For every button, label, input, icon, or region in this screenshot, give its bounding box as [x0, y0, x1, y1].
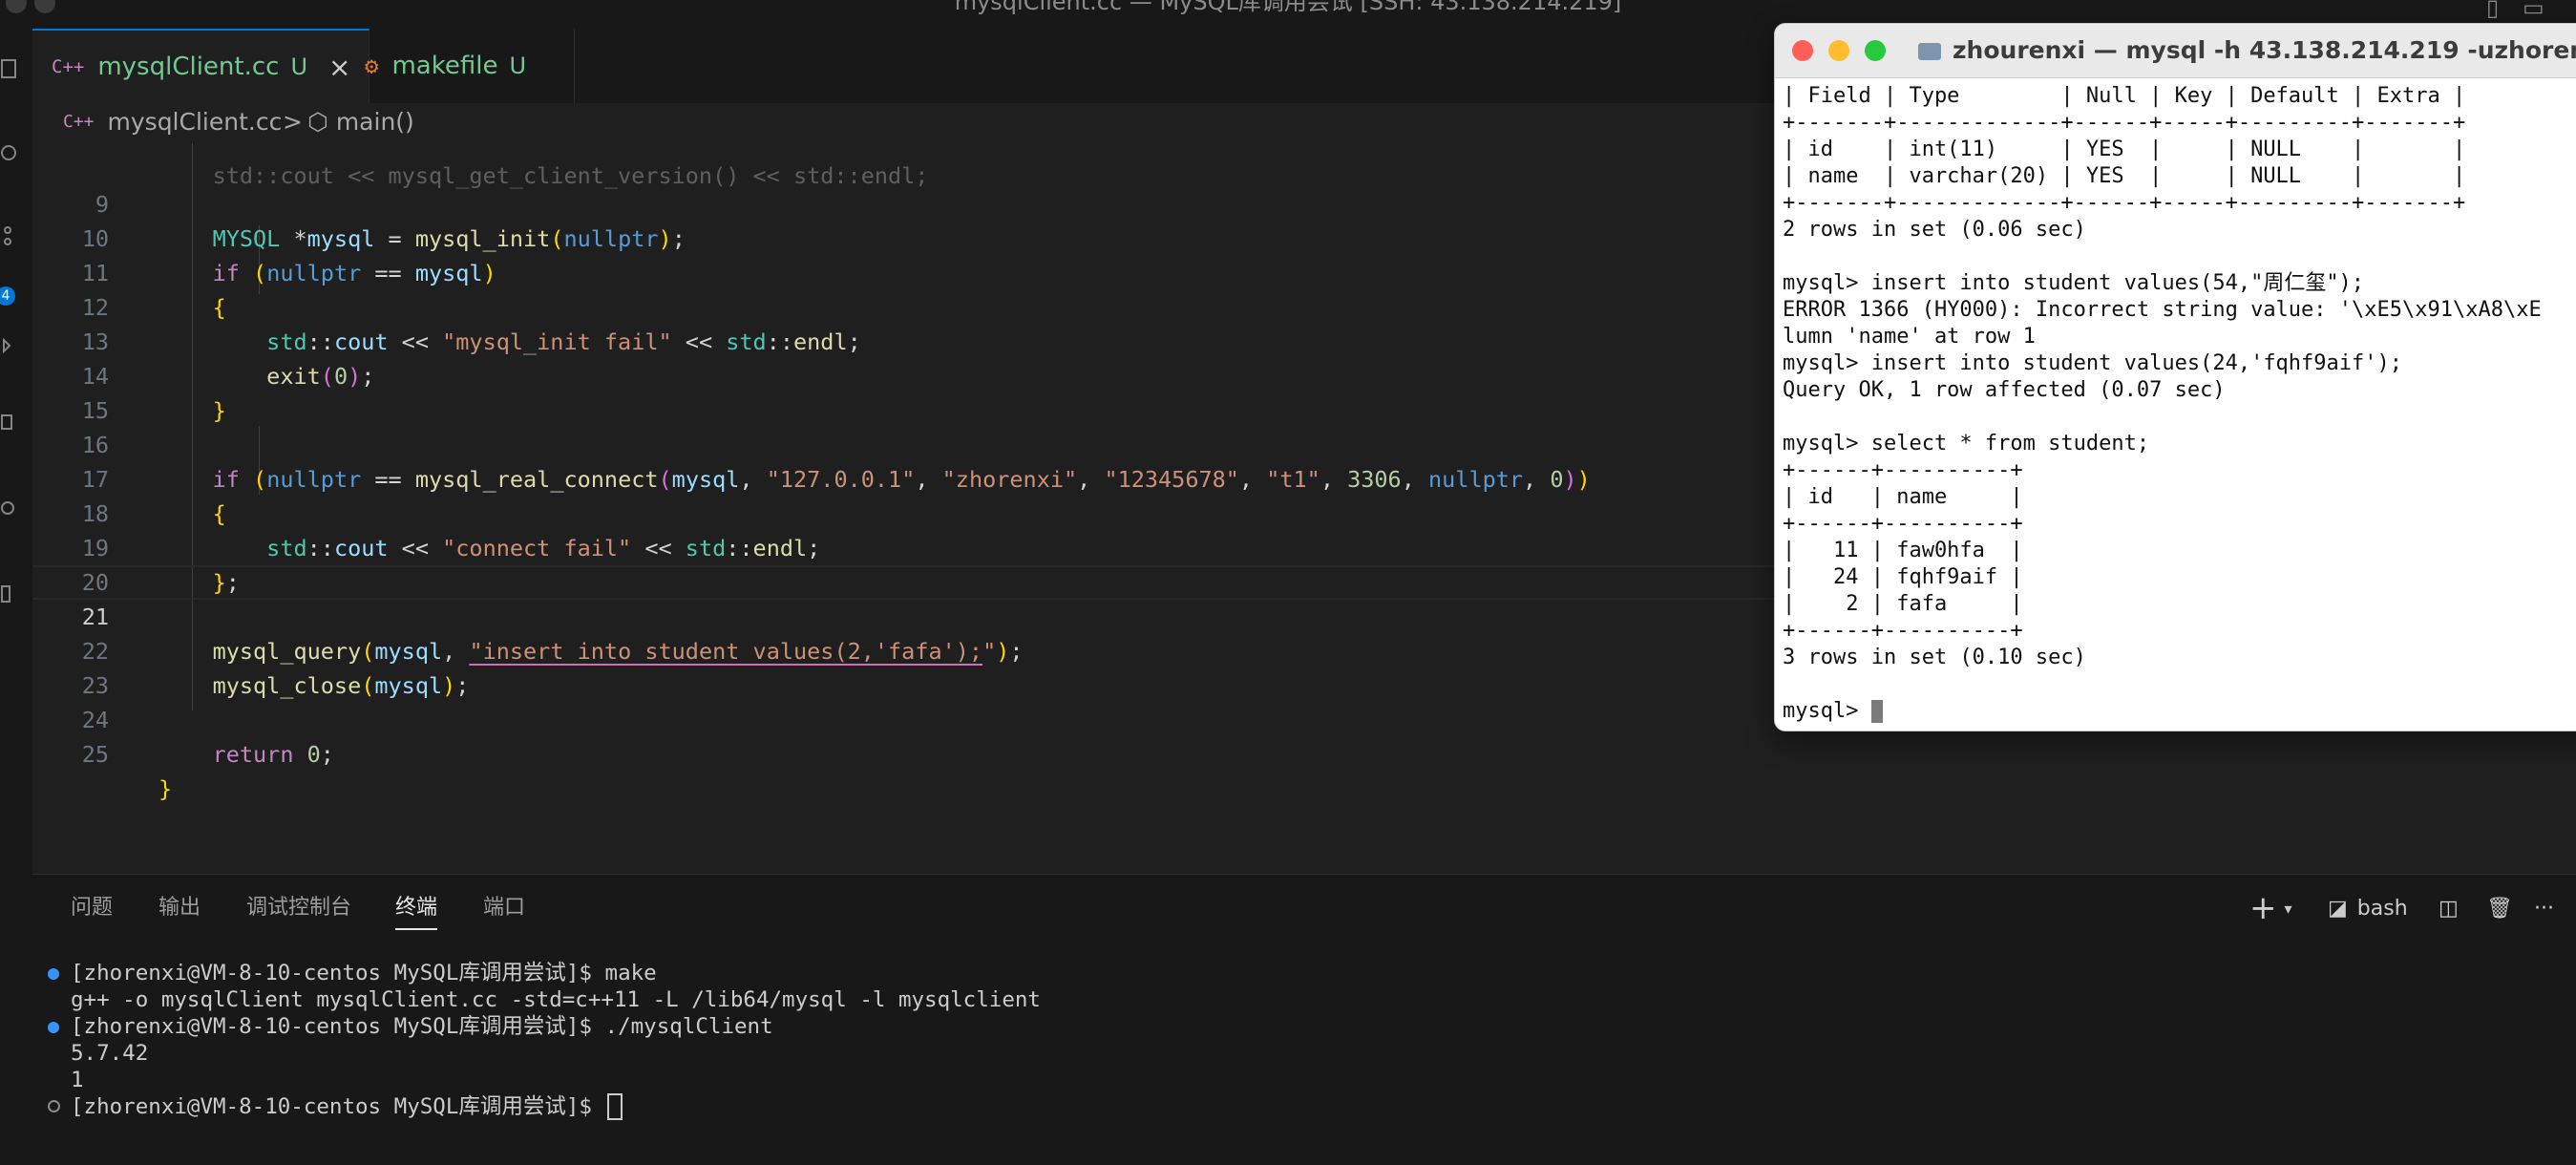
extensions-icon[interactable]: [0, 497, 23, 519]
terminal-line: +-------+-------------+------+-----+----…: [1783, 111, 2466, 135]
terminal-line: lumn 'name' at row 1: [1783, 325, 2036, 349]
command-status-dot: [48, 1100, 60, 1112]
terminal-line: | name | varchar(20) | YES | | NULL | |: [1783, 164, 2466, 188]
terminal-cursor: [606, 1093, 623, 1120]
terminal-line: +------+----------+: [1783, 619, 2023, 643]
trash-icon[interactable]: 🗑: [2486, 875, 2513, 942]
folder-icon: [1918, 43, 1941, 60]
tab-mysqlclient-cc[interactable]: C++ mysqlClient.cc U ×: [32, 29, 370, 103]
terminal-line: ERROR 1366 (HY000): Incorrect string val…: [1783, 298, 2542, 322]
split-terminal-icon[interactable]: ◫: [2439, 875, 2459, 942]
method-icon: ⬡: [307, 108, 328, 136]
untracked-indicator: U: [509, 53, 527, 79]
more-actions-icon[interactable]: ···: [2534, 875, 2554, 942]
breadcrumb-symbol[interactable]: ⬡ main(): [307, 103, 414, 141]
terminal-shell-selector[interactable]: ◪ bash: [2328, 875, 2408, 942]
terminal-line: | 24 | fqhf9aif |: [1783, 565, 2023, 589]
zoom-window-button[interactable]: [1865, 40, 1886, 61]
plus-icon: +: [2249, 889, 2277, 927]
terminal-icon: ◪: [2328, 896, 2348, 921]
command-status-dot: [48, 1022, 59, 1033]
command-status-dot: [48, 968, 59, 980]
chevron-down-icon: ▾: [2284, 899, 2292, 918]
tab-label: mysqlClient.cc: [97, 53, 280, 81]
mysql-prompt-line[interactable]: mysql>: [1783, 698, 1883, 725]
terminal-line: g++ -o mysqlClient mysqlClient.cc -std=c…: [71, 987, 1041, 1012]
shell-name: bash: [2356, 896, 2408, 921]
terminal-line: | 11 | faw0hfa |: [1783, 539, 2023, 562]
new-terminal-button[interactable]: + ▾: [2249, 875, 2292, 942]
untracked-indicator: U: [290, 53, 308, 80]
cpp-file-icon: C++: [52, 56, 85, 77]
terminal-cursor: [1870, 700, 1883, 723]
tab-terminal[interactable]: 终端: [395, 875, 438, 942]
terminal-line: 3 rows in set (0.10 sec): [1783, 646, 2086, 669]
bottom-panel: 问题 输出 调试控制台 终端 端口 + ▾ ◪ bash ◫ 🗑 ··· [zh…: [32, 874, 2576, 1165]
breadcrumb-separator: >: [283, 108, 303, 136]
terminal-prompt-line[interactable]: [zhorenxi@VM-8-10-centos MySQL库调用尝试]$: [71, 1093, 623, 1120]
terminal-prompt: [zhorenxi@VM-8-10-centos MySQL库调用尝试]$: [71, 1094, 605, 1119]
terminal-line: | 2 | fafa |: [1783, 592, 2023, 616]
desktop: mysqlClient.cc — MySQL库调用尝试 [SSH: 43.138…: [0, 0, 2576, 1165]
terminal-line: mysql> select * from student;: [1783, 432, 2150, 455]
terminal-content[interactable]: | Field | Type | Null | Key | Default | …: [1775, 77, 2576, 731]
terminal-line: Query OK, 1 row affected (0.07 sec): [1783, 378, 2226, 402]
code-text: return 0;: [158, 741, 334, 768]
source-control-icon[interactable]: [0, 224, 23, 247]
terminal-line: mysql> insert into student values(54,"周仁…: [1783, 271, 2365, 295]
terminal-line: [zhorenxi@VM-8-10-centos MySQL库调用尝试]$ ./…: [71, 1014, 773, 1039]
terminal-line: | id | int(11) | YES | | NULL | |: [1783, 138, 2466, 161]
terminal-line: 5.7.42: [71, 1041, 149, 1066]
terminal-line: +------+----------+: [1783, 458, 2023, 482]
mysql-terminal-window[interactable]: zhourenxi — mysql -h 43.138.214.219 -uzh…: [1774, 23, 2576, 731]
cpp-file-icon: C++: [63, 112, 95, 132]
search-icon[interactable]: [0, 143, 23, 166]
mysql-prompt: mysql>: [1783, 699, 1871, 723]
terminal-line: mysql> insert into student values(24,'fq…: [1783, 351, 2403, 375]
close-window-button[interactable]: [1792, 40, 1813, 61]
line-number: 25: [81, 741, 109, 768]
terminal-line: +------+----------+: [1783, 512, 2023, 536]
run-debug-icon[interactable]: [0, 334, 23, 357]
minimize-window-button[interactable]: [1828, 40, 1849, 61]
tab-makefile[interactable]: ⚙ makefile U: [346, 29, 576, 103]
explorer-icon[interactable]: [0, 57, 23, 80]
terminal-line: | Field | Type | Null | Key | Default | …: [1783, 84, 2466, 108]
window-title: mysqlClient.cc — MySQL库调用尝试 [SSH: 43.138…: [954, 0, 1622, 15]
terminal-title: zhourenxi — mysql -h 43.138.214.219 -uzh…: [1918, 24, 2576, 77]
source-control-badge: 4: [0, 286, 15, 306]
code-text: }: [158, 775, 173, 802]
terminal-title-bar: zhourenxi — mysql -h 43.138.214.219 -uzh…: [1775, 24, 2576, 78]
terminal-line: 1: [71, 1068, 84, 1092]
tab-label: makefile: [391, 52, 498, 80]
remote-explorer-icon[interactable]: [0, 411, 23, 434]
terminal-line: | id | name |: [1783, 485, 2023, 509]
tab-debug-console[interactable]: 调试控制台: [246, 875, 351, 942]
terminal-line: [zhorenxi@VM-8-10-centos MySQL库调用尝试]$ ma…: [71, 961, 657, 985]
breadcrumb-file[interactable]: C++ mysqlClient.cc: [63, 103, 282, 141]
tab-ports[interactable]: 端口: [483, 875, 525, 942]
terminal-line: 2 rows in set (0.06 sec): [1783, 218, 2086, 242]
tab-problems[interactable]: 问题: [71, 875, 113, 942]
tab-output[interactable]: 输出: [158, 875, 201, 942]
accounts-icon[interactable]: [0, 582, 23, 605]
makefile-icon: ⚙: [365, 53, 379, 79]
terminal-line: +-------+-------------+------+-----+----…: [1783, 191, 2466, 215]
activity-bar: 4: [0, 29, 33, 1165]
